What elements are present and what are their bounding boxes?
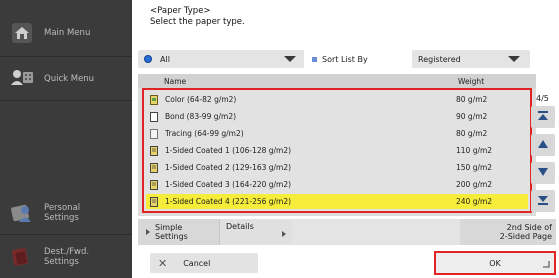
chevron-up-icon <box>537 139 549 151</box>
table-row[interactable]: 1-Sided Coated 2 (129-163 g/m2) 150 g/m2 <box>146 160 528 175</box>
table-row[interactable]: 1-Sided Coated 1 (106-128 g/m2) 110 g/m2 <box>146 143 528 158</box>
table-row[interactable]: 1-Sided Coated 3 (164-220 g/m2) 200 g/m2 <box>146 177 528 192</box>
column-header-weight: Weight <box>458 77 485 86</box>
personal-settings-icon <box>10 202 34 224</box>
cancel-button[interactable]: ✕ Cancel <box>150 253 258 273</box>
scroll-down-button[interactable] <box>531 162 555 184</box>
row-weight: 90 g/m2 <box>456 112 488 121</box>
sidebar-item-label: Main Menu <box>44 28 91 38</box>
page-counter: 4/5 <box>536 94 549 103</box>
filter-bar: All Sort List By Registered <box>132 50 532 68</box>
divider <box>0 100 132 101</box>
page-title: <Paper Type> <box>150 6 211 16</box>
sidebar-item-main-menu[interactable]: Main Menu <box>0 14 132 52</box>
sidebar-item-label: Personal Settings <box>44 203 81 223</box>
scroll-bottom-button[interactable] <box>531 190 555 212</box>
sidebar-item-personal-settings[interactable]: Personal Settings <box>0 194 132 232</box>
row-weight: 80 g/m2 <box>456 129 488 138</box>
chevron-down-icon <box>284 56 296 62</box>
paper-icon <box>150 111 158 122</box>
home-icon <box>10 22 34 44</box>
sidebar-item-label: Quick Menu <box>44 74 95 84</box>
ok-label: OK <box>489 258 501 268</box>
sort-dropdown[interactable]: Registered <box>412 50 530 68</box>
row-weight: 80 g/m2 <box>456 95 488 104</box>
close-icon: ✕ <box>158 256 168 270</box>
scroll-to-top-icon <box>537 110 549 124</box>
chevron-right-icon <box>282 231 286 237</box>
coated-paper-icon <box>150 145 158 156</box>
options-row: Simple Settings Details 2nd Side of 2-Si… <box>138 219 556 245</box>
coated-paper-icon <box>150 196 158 207</box>
color-paper-icon <box>150 94 158 105</box>
chevron-down-icon <box>508 56 520 62</box>
divider <box>0 234 132 235</box>
details-label: Details <box>226 222 254 231</box>
table-row[interactable]: Bond (83-99 g/m2) 90 g/m2 <box>146 109 528 124</box>
row-weight: 150 g/m2 <box>456 163 493 172</box>
divider <box>0 56 132 57</box>
coated-paper-icon <box>150 179 158 190</box>
coated-paper-icon <box>150 162 158 173</box>
category-dropdown[interactable]: All <box>138 50 304 68</box>
quick-menu-icon <box>10 68 34 90</box>
details-button[interactable]: Details <box>220 219 292 245</box>
dest-fwd-settings-icon <box>10 246 34 268</box>
category-value: All <box>160 54 170 64</box>
paper-type-table: Name Weight Color (64-82 g/m2) 80 g/m2 B… <box>138 74 536 216</box>
scroll-up-button[interactable] <box>531 134 555 156</box>
sort-label: Sort List By <box>308 50 404 68</box>
header: <Paper Type> Select the paper type. <box>150 6 245 28</box>
table-rows: Color (64-82 g/m2) 80 g/m2 Bond (83-99 g… <box>142 88 532 213</box>
paper-icon <box>150 128 158 139</box>
page-subtitle: Select the paper type. <box>150 17 245 27</box>
table-row-selected[interactable]: 1-Sided Coated 4 (221-256 g/m2) 240 g/m2 <box>146 194 528 209</box>
sort-value: Registered <box>418 54 461 64</box>
bullet-icon <box>312 56 317 62</box>
row-weight: 240 g/m2 <box>456 197 493 206</box>
row-weight: 110 g/m2 <box>456 146 493 155</box>
scroll-to-bottom-icon <box>537 194 549 208</box>
sidebar-item-dest-fwd-settings[interactable]: Dest./Fwd. Settings <box>0 238 132 276</box>
chevron-right-icon <box>146 229 150 235</box>
simple-settings-button[interactable]: Simple Settings <box>138 219 220 245</box>
simple-settings-label: Simple Settings <box>155 223 188 241</box>
scroll-top-button[interactable] <box>531 106 555 128</box>
all-icon <box>144 55 152 63</box>
second-side-button[interactable]: 2nd Side of 2-Sided Page <box>460 219 556 245</box>
table-row[interactable]: Tracing (64-99 g/m2) 80 g/m2 <box>146 126 528 141</box>
sidebar: Main Menu Quick Menu Personal Settings D… <box>0 0 132 278</box>
row-weight: 200 g/m2 <box>456 180 493 189</box>
table-row[interactable]: Color (64-82 g/m2) 80 g/m2 <box>146 92 528 107</box>
second-side-label: 2nd Side of 2-Sided Page <box>499 223 552 241</box>
sort-label-text: Sort List By <box>322 54 368 64</box>
ok-button[interactable]: OK <box>434 251 556 275</box>
table-header: Name Weight <box>138 74 536 88</box>
main-panel: <Paper Type> Select the paper type. All … <box>132 0 559 278</box>
sidebar-item-quick-menu[interactable]: Quick Menu <box>0 60 132 98</box>
cancel-label: Cancel <box>183 258 211 268</box>
sidebar-item-label: Dest./Fwd. Settings <box>44 247 90 267</box>
column-header-name: Name <box>164 77 187 86</box>
return-icon <box>542 260 550 270</box>
chevron-down-icon <box>537 167 549 179</box>
